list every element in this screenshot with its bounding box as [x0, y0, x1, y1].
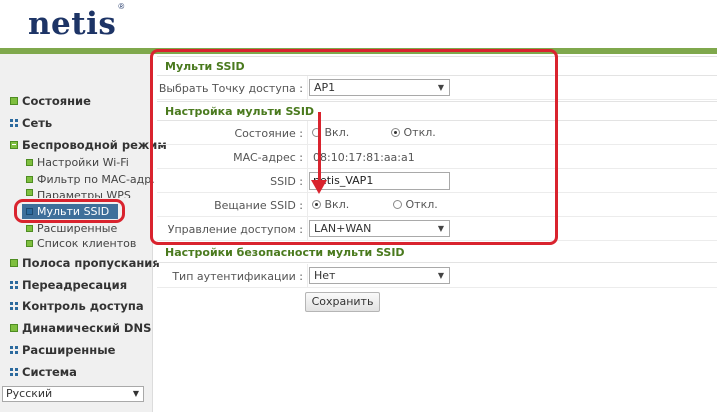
arrow-down-icon [311, 180, 327, 194]
grid-icon [10, 346, 18, 354]
minus-square-icon [10, 141, 18, 149]
netis-logo: netis ® [28, 1, 125, 42]
grid-icon [10, 368, 18, 376]
auth-select[interactable]: Нет ▼ [309, 267, 450, 284]
sidebar-item-wireless[interactable]: Беспроводной режим [10, 138, 167, 152]
row-auth: Тип аутентификации : Нет ▼ [157, 264, 717, 288]
sidebar-item-bandwidth[interactable]: Полоса пропускания [10, 256, 160, 270]
chevron-down-icon: ▼ [132, 389, 139, 398]
plus-square-icon [26, 225, 33, 232]
annotation-arrow [318, 112, 321, 182]
sidebar-item-mac-filter[interactable]: Фильтр по MAC-адр. [26, 173, 155, 186]
chevron-down-icon: ▼ [437, 271, 444, 280]
sidebar-item-system[interactable]: Система [10, 365, 77, 379]
grid-icon [10, 281, 18, 289]
plus-square-icon [10, 324, 18, 332]
sidebar-item-status[interactable]: Состояние [10, 94, 91, 108]
sidebar-item-wps[interactable]: Параметры WPS [26, 189, 131, 198]
sidebar-item-client-list[interactable]: Список клиентов [26, 237, 136, 250]
sidebar-item-ddns[interactable]: Динамический DNS [10, 321, 151, 335]
save-button[interactable]: Сохранить [305, 292, 380, 312]
highlight-box-settings [150, 49, 558, 245]
sidebar-item-wifi-settings[interactable]: Настройки Wi-Fi [26, 156, 129, 169]
grid-icon [10, 302, 18, 310]
sidebar-item-access-control[interactable]: Контроль доступа [10, 299, 144, 313]
section-security-title: Настройки безопасности мульти SSID [157, 243, 717, 263]
sidebar-item-advanced-wireless[interactable]: Расширенные [26, 222, 117, 235]
sidebar-item-network[interactable]: Сеть [10, 116, 52, 130]
sidebar-item-advanced[interactable]: Расширенные [10, 343, 115, 357]
language-select[interactable]: Русский ▼ [2, 386, 144, 402]
plus-square-icon [26, 159, 33, 166]
plus-square-icon [10, 97, 18, 105]
sidebar-item-forwarding[interactable]: Переадресация [10, 278, 127, 292]
plus-square-icon [10, 259, 18, 267]
plus-square-icon [26, 240, 33, 247]
plus-square-icon [26, 189, 33, 196]
highlight-box-menu [14, 199, 125, 223]
auth-label: Тип аутентификации : [172, 270, 303, 283]
plus-square-icon [26, 176, 33, 183]
grid-icon [10, 119, 18, 127]
